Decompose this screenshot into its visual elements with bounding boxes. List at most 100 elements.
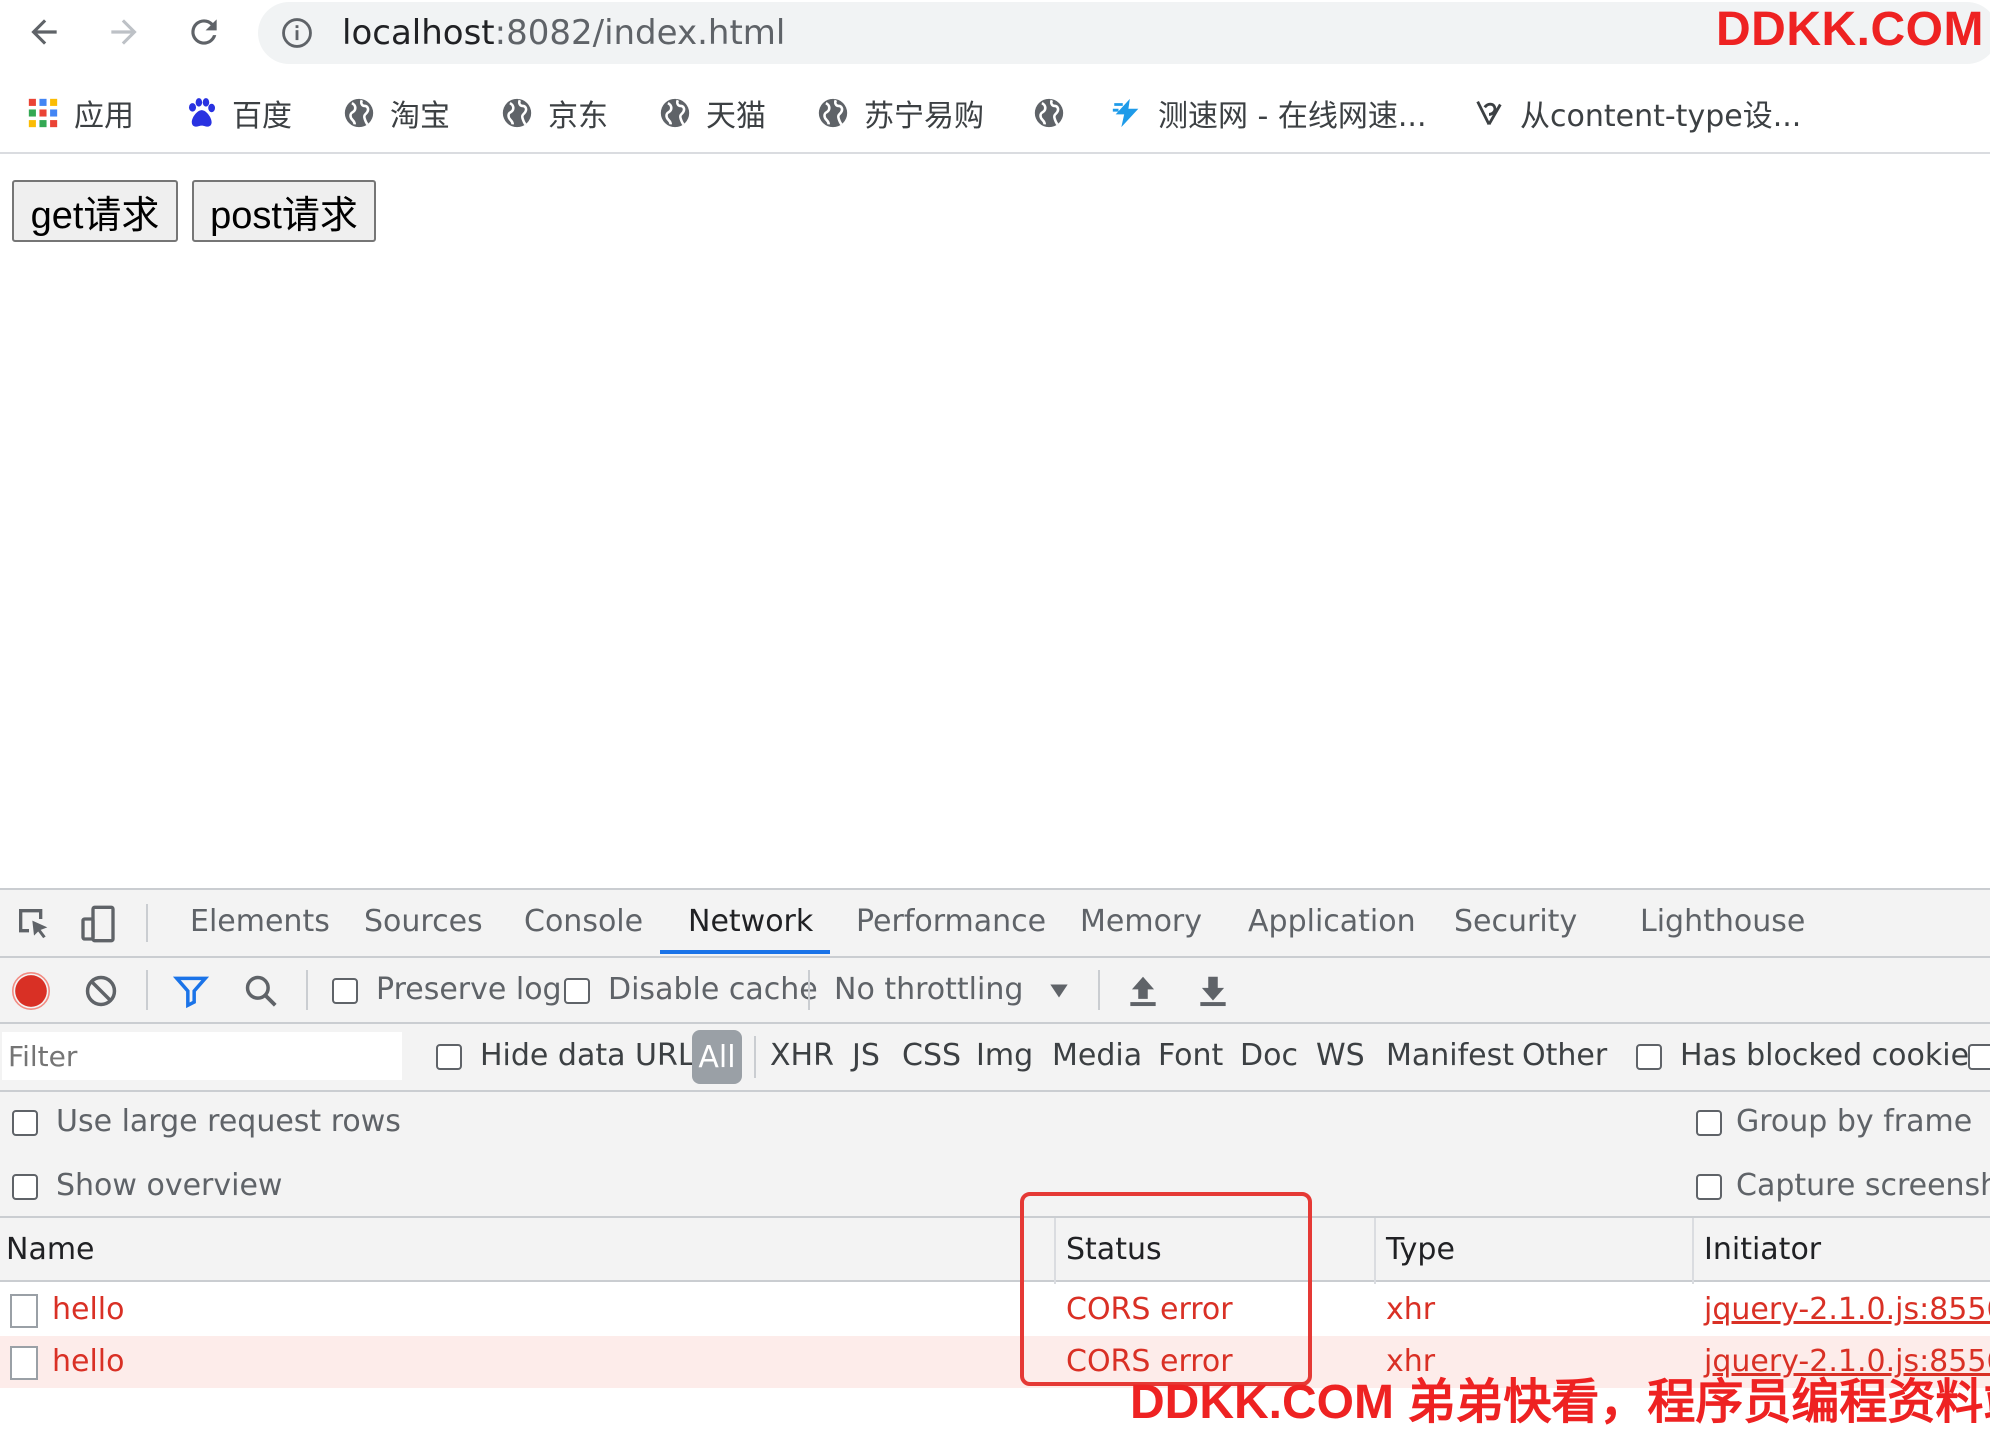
preserve-log-checkbox[interactable]	[332, 978, 358, 1004]
request-name[interactable]: hello	[52, 1292, 125, 1327]
throttling-select[interactable]: No throttling	[834, 972, 1023, 1007]
bookmark-baidu[interactable]: 百度	[184, 88, 292, 138]
bookmark-label: 百度	[232, 99, 292, 134]
bookmark-label: 天猫	[706, 99, 766, 134]
divider	[146, 904, 148, 942]
active-tab-indicator	[660, 950, 830, 954]
baidu-paw-icon	[188, 98, 216, 127]
bookmark-suning[interactable]: 苏宁易购	[816, 88, 984, 138]
tab-console[interactable]: Console	[524, 904, 643, 939]
back-button[interactable]	[18, 8, 70, 56]
watermark-bottom: DDKK.COM 弟弟快看，程序员编程资料站	[1130, 1376, 1990, 1429]
type-filter-other[interactable]: Other	[1522, 1038, 1607, 1073]
hide-data-urls-label: Hide data URLs	[480, 1038, 711, 1073]
bookmark-label: 苏宁易购	[864, 99, 984, 134]
bookmarks-bar: 应用 百度 淘宝 京东 天猫 苏宁易购 测速网 - 在线网速... 从conte…	[0, 78, 1990, 154]
tab-security[interactable]: Security	[1454, 904, 1577, 939]
capture-screenshots-label: Capture screenshot	[1736, 1168, 1990, 1203]
url-host: localhost	[342, 13, 495, 53]
divider	[306, 970, 308, 1010]
type-filter-js[interactable]: JS	[852, 1038, 880, 1073]
divider	[146, 970, 148, 1010]
preserve-log-label: Preserve log	[376, 972, 562, 1007]
bookmark-label: 京东	[548, 99, 608, 134]
capture-screenshots-checkbox[interactable]	[1696, 1174, 1722, 1200]
device-toolbar-icon[interactable]	[78, 904, 118, 944]
export-har-icon[interactable]	[1194, 972, 1232, 1010]
filter-funnel-icon[interactable]	[172, 972, 210, 1010]
bookmark-globe[interactable]	[1032, 88, 1066, 138]
disable-cache-checkbox[interactable]	[564, 978, 590, 1004]
type-filter-all[interactable]: All	[692, 1030, 742, 1084]
bookmark-jd[interactable]: 京东	[500, 88, 608, 138]
tab-lighthouse[interactable]: Lighthouse	[1640, 904, 1805, 939]
import-har-icon[interactable]	[1124, 972, 1162, 1010]
status-highlight-box	[1020, 1192, 1312, 1386]
dropdown-triangle-icon[interactable]	[1046, 978, 1072, 1004]
type-filter-doc[interactable]: Doc	[1240, 1038, 1298, 1073]
bookmark-speedtest[interactable]: 测速网 - 在线网速...	[1110, 88, 1427, 138]
tab-sources[interactable]: Sources	[364, 904, 483, 939]
globe-icon	[660, 98, 690, 128]
request-initiator-link[interactable]: jquery-2.1.0.js:8556	[1704, 1292, 1990, 1327]
bookmark-tmall[interactable]: 天猫	[658, 88, 766, 138]
bookmark-taobao[interactable]: 淘宝	[342, 88, 450, 138]
tab-performance[interactable]: Performance	[856, 904, 1046, 939]
globe-icon	[502, 98, 532, 128]
url-path: :8082/index.html	[494, 13, 786, 53]
type-filter-ws[interactable]: WS	[1316, 1038, 1365, 1073]
disable-cache-label: Disable cache	[608, 972, 818, 1007]
bookmark-label: 测速网 - 在线网速...	[1158, 99, 1427, 134]
reload-icon	[191, 19, 217, 45]
request-type: xhr	[1386, 1292, 1436, 1327]
reload-button[interactable]	[178, 8, 230, 56]
column-header-name[interactable]: Name	[6, 1232, 95, 1267]
info-icon[interactable]	[280, 16, 314, 50]
search-icon[interactable]	[242, 972, 280, 1010]
record-icon[interactable]	[12, 972, 50, 1010]
type-filter-font[interactable]: Font	[1158, 1038, 1223, 1073]
filter-input[interactable]	[2, 1032, 402, 1080]
speedtest-icon	[1112, 98, 1139, 128]
show-overview-checkbox[interactable]	[12, 1174, 38, 1200]
type-filter-css[interactable]: CSS	[902, 1038, 961, 1073]
group-by-frame-checkbox[interactable]	[1696, 1110, 1722, 1136]
tab-application[interactable]: Application	[1248, 904, 1416, 939]
table-row[interactable]: hello CORS error xhr jquery-2.1.0.js:855…	[0, 1284, 1990, 1336]
type-filter-xhr[interactable]: XHR	[770, 1038, 834, 1073]
forward-button[interactable]	[98, 8, 150, 56]
column-header-initiator[interactable]: Initiator	[1704, 1232, 1821, 1267]
bookmark-person-icon	[1476, 101, 1502, 126]
resource-file-icon	[10, 1294, 38, 1328]
hide-data-urls-checkbox[interactable]	[436, 1044, 462, 1070]
has-blocked-cookies-checkbox[interactable]	[1636, 1044, 1662, 1070]
globe-icon	[1034, 98, 1064, 128]
inspect-element-icon[interactable]	[14, 904, 54, 944]
url-text[interactable]: localhost:8082/index.html	[342, 13, 785, 53]
globe-icon	[344, 98, 374, 128]
post-request-button[interactable]: post请求	[192, 180, 376, 242]
filter-bar: Hide data URLs All XHR JS CSS Img Media …	[0, 1024, 1990, 1092]
column-header-type[interactable]: Type	[1386, 1232, 1455, 1267]
clear-icon[interactable]	[82, 972, 120, 1010]
request-name[interactable]: hello	[52, 1344, 125, 1379]
bookmark-label: 应用	[74, 99, 134, 134]
bookmark-content-type[interactable]: 从content-type设...	[1472, 88, 1801, 138]
bookmark-apps[interactable]: 应用	[26, 88, 134, 138]
network-toolbar: Preserve log Disable cache No throttling	[0, 958, 1990, 1024]
type-filter-img[interactable]: Img	[976, 1038, 1033, 1073]
type-filter-manifest[interactable]: Manifest	[1386, 1038, 1514, 1073]
apps-grid-icon	[28, 98, 58, 128]
resource-file-icon	[10, 1346, 38, 1380]
bookmark-label: 淘宝	[390, 99, 450, 134]
blocked-requests-checkbox[interactable]	[1968, 1044, 1990, 1070]
large-rows-checkbox[interactable]	[12, 1110, 38, 1136]
tab-elements[interactable]: Elements	[190, 904, 330, 939]
has-blocked-cookies-label: Has blocked cookies	[1680, 1038, 1985, 1073]
tab-memory[interactable]: Memory	[1080, 904, 1202, 939]
get-request-button[interactable]: get请求	[12, 180, 178, 242]
type-filter-media[interactable]: Media	[1052, 1038, 1142, 1073]
tab-network[interactable]: Network	[688, 904, 813, 939]
network-settings: Use large request rows Group by frame Sh…	[0, 1090, 1990, 1218]
divider	[754, 1036, 756, 1078]
